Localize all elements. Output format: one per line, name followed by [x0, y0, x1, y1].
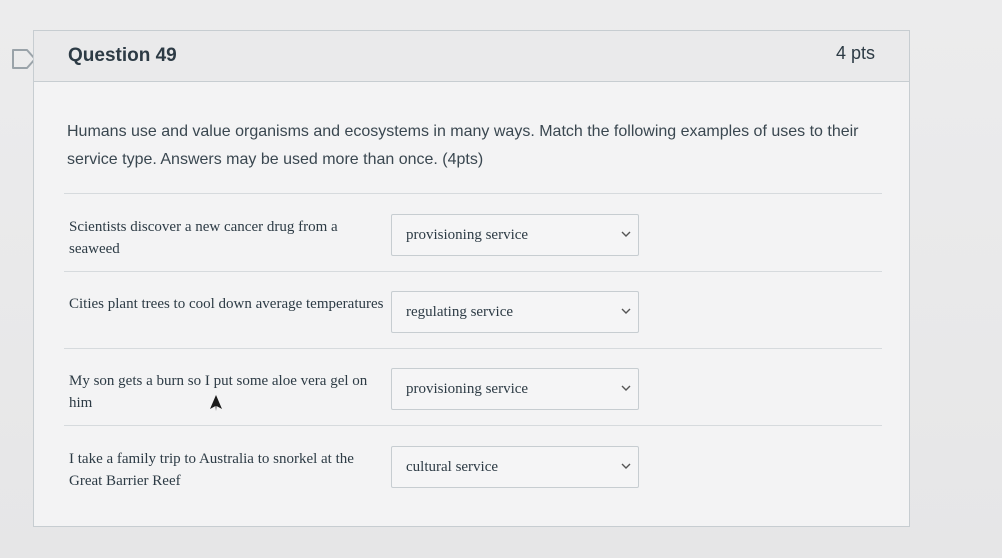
answer-select[interactable]: cultural service [391, 446, 639, 488]
answer-select-value: cultural service [406, 458, 499, 475]
chevron-down-icon [621, 231, 631, 237]
chevron-down-icon [621, 385, 631, 391]
match-prompt: My son gets a burn so I put some aloe ve… [69, 373, 368, 411]
question-points: 4 pts [835, 42, 875, 63]
match-prompt: Scientists discover a new cancer drug fr… [69, 219, 338, 257]
answer-select-value: regulating service [406, 303, 514, 320]
chevron-down-icon [621, 308, 631, 314]
answer-select[interactable]: provisioning service [391, 214, 639, 256]
match-row: Cities plant trees to cool down average … [64, 291, 882, 365]
question-text: Humans use and value organisms and ecosy… [67, 123, 859, 168]
mouse-pointer-icon [210, 395, 222, 411]
chevron-down-icon [621, 463, 631, 469]
quiz-page: Question 49 4 pts Humans use and value o… [0, 0, 1002, 558]
match-prompt: Cities plant trees to cool down average … [69, 296, 384, 312]
answer-select[interactable]: provisioning service [391, 368, 639, 410]
divider [64, 271, 882, 272]
divider [64, 425, 882, 426]
question-title: Question 49 [68, 45, 177, 66]
match-row: I take a family trip to Australia to sno… [64, 446, 882, 520]
match-row: Scientists discover a new cancer drug fr… [64, 214, 882, 288]
answer-select-value: provisioning service [406, 226, 529, 243]
divider [64, 348, 882, 349]
answer-select[interactable]: regulating service [391, 291, 639, 333]
match-prompt: I take a family trip to Australia to sno… [69, 451, 354, 489]
match-row: My son gets a burn so I put some aloe ve… [64, 368, 882, 442]
question-header: Question 49 4 pts [34, 31, 909, 82]
question-card: Question 49 4 pts Humans use and value o… [33, 30, 910, 527]
divider [64, 193, 882, 194]
answer-select-value: provisioning service [406, 380, 529, 397]
